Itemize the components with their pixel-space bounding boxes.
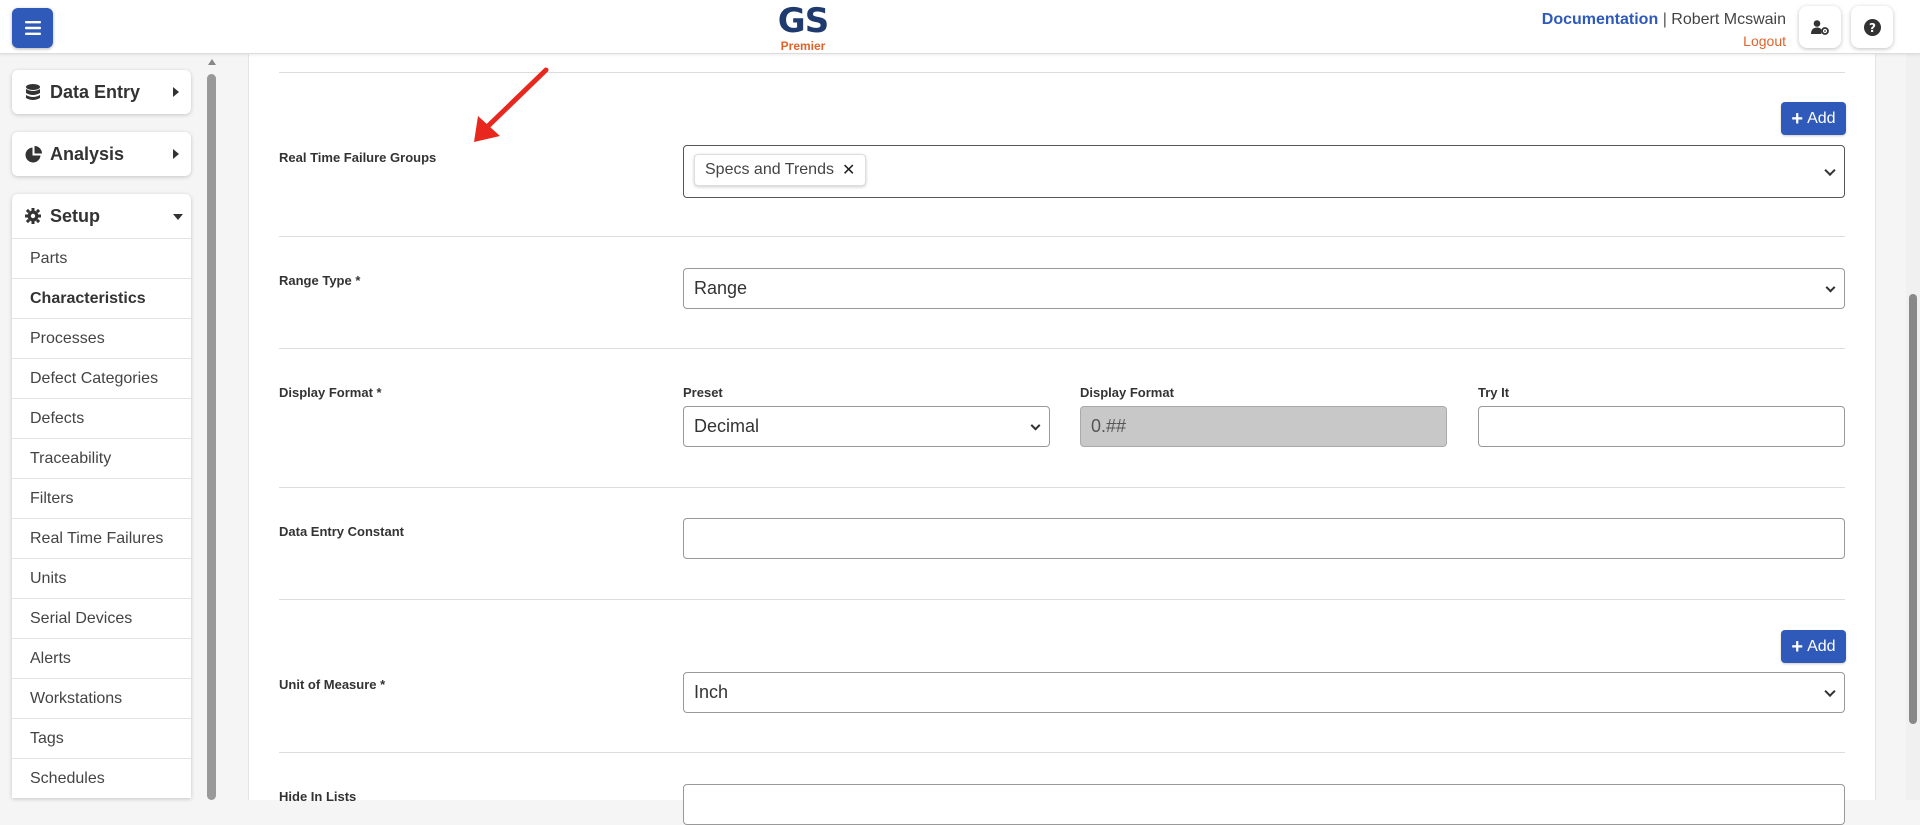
unit-of-measure-select[interactable]: Inch (683, 672, 1845, 713)
add-rtfg-label: Add (1807, 109, 1836, 127)
top-header: GS Premier Documentation | Robert Mcswai… (0, 0, 1920, 54)
header-separator: | (1662, 11, 1667, 28)
row-divider (279, 487, 1845, 488)
display-format-label: Display Format * (279, 385, 382, 400)
try-it-input[interactable] (1478, 406, 1845, 447)
setup-item-units[interactable]: Units (12, 558, 191, 598)
range-type-value: Range (694, 278, 748, 298)
unit-of-measure-value: Inch (694, 682, 729, 702)
data-entry-constant-input[interactable] (683, 518, 1845, 559)
row-divider (279, 599, 1845, 600)
row-divider (279, 752, 1845, 753)
hamburger-menu-button[interactable] (12, 8, 53, 48)
remove-tag-icon[interactable]: ✕ (842, 160, 855, 180)
setup-item-serial-devices[interactable]: Serial Devices (12, 598, 191, 638)
nav-setup: Setup Parts Characteristics Processes De… (12, 194, 191, 798)
chevron-down-icon (1824, 685, 1836, 697)
svg-text:?: ? (1869, 21, 1876, 35)
setup-item-characteristics[interactable]: Characteristics (12, 278, 191, 318)
caret-right-icon (173, 149, 179, 159)
help-button[interactable]: ? (1851, 6, 1893, 48)
setup-item-tags[interactable]: Tags (12, 718, 191, 758)
nav-setup-label: Setup (50, 205, 101, 226)
caret-down-icon (173, 214, 183, 220)
nav-analysis[interactable]: Analysis (12, 132, 191, 176)
range-type-select[interactable]: Range (683, 268, 1845, 309)
gear-icon (24, 207, 42, 225)
logo-text: GS (777, 1, 829, 41)
hide-in-lists-select[interactable] (683, 784, 1845, 825)
caret-right-icon (173, 87, 179, 97)
database-icon (24, 83, 42, 101)
nav-setup-header[interactable]: Setup (12, 194, 191, 238)
sidebar-scrollbar[interactable] (205, 54, 219, 800)
nav-data-entry[interactable]: Data Entry (12, 70, 191, 114)
preset-select[interactable]: Decimal (683, 406, 1050, 447)
setup-item-parts[interactable]: Parts (12, 238, 191, 278)
chevron-down-icon (1825, 282, 1836, 293)
selected-tag-label: Specs and Trends (705, 161, 834, 178)
setup-item-alerts[interactable]: Alerts (12, 638, 191, 678)
add-rtfg-button[interactable]: + Add (1781, 102, 1846, 135)
setup-item-defects[interactable]: Defects (12, 398, 191, 438)
rtfg-label: Real Time Failure Groups (279, 150, 437, 165)
plus-icon: + (1791, 635, 1804, 658)
logo-subtitle: Premier (780, 39, 826, 53)
user-area: Documentation | Robert Mcswain Logout (1542, 10, 1786, 51)
red-arrow-icon (474, 67, 549, 142)
plus-icon: + (1791, 107, 1804, 130)
preset-label: Preset (683, 385, 723, 400)
display-format-sublabel: Display Format (1080, 385, 1174, 400)
try-it-label: Try It (1478, 385, 1510, 400)
setup-item-filters[interactable]: Filters (12, 478, 191, 518)
display-format-value: 0.## (1091, 416, 1127, 436)
preset-value: Decimal (694, 416, 760, 436)
user-name: Robert Mcswain (1671, 11, 1786, 28)
add-unit-label: Add (1807, 637, 1836, 655)
display-format-input: 0.## (1080, 406, 1447, 447)
pie-chart-icon (24, 145, 42, 163)
data-entry-constant-label: Data Entry Constant (279, 524, 404, 539)
setup-item-schedules[interactable]: Schedules (12, 758, 191, 798)
chevron-down-icon (1030, 420, 1041, 431)
user-gear-icon (1811, 20, 1829, 35)
hamburger-icon (24, 21, 41, 35)
hide-in-lists-label: Hide In Lists (279, 789, 357, 804)
rtfg-multiselect[interactable]: Specs and Trends ✕ (683, 145, 1845, 198)
setup-item-traceability[interactable]: Traceability (12, 438, 191, 478)
setup-item-workstations[interactable]: Workstations (12, 678, 191, 718)
logout-link[interactable]: Logout (1542, 31, 1786, 51)
range-type-label: Range Type * (279, 273, 361, 288)
question-circle-icon: ? (1863, 18, 1881, 36)
setup-item-real-time-failures[interactable]: Real Time Failures (12, 518, 191, 558)
setup-item-defect-categories[interactable]: Defect Categories (12, 358, 191, 398)
documentation-link[interactable]: Documentation (1542, 11, 1658, 28)
row-divider (279, 348, 1845, 349)
page-scrollbar[interactable] (1906, 54, 1920, 800)
sidebar: Data Entry Analysis Setup Parts Characte… (0, 54, 205, 800)
user-settings-button[interactable] (1799, 6, 1841, 48)
add-unit-button[interactable]: + Add (1781, 630, 1846, 663)
scroll-up-arrow-icon[interactable] (208, 59, 216, 65)
chevron-down-icon (1824, 164, 1836, 176)
sidebar-scroll-thumb[interactable] (207, 74, 216, 800)
page-scroll-thumb[interactable] (1909, 294, 1917, 724)
main-form-panel: + Add Real Time Failure Groups Specs and… (248, 54, 1876, 825)
nav-data-entry-label: Data Entry (50, 81, 141, 102)
nav-analysis-label: Analysis (50, 143, 125, 164)
unit-of-measure-label: Unit of Measure * (279, 677, 386, 692)
selected-tag: Specs and Trends ✕ (694, 154, 867, 186)
setup-item-processes[interactable]: Processes (12, 318, 191, 358)
row-divider (279, 236, 1845, 237)
app-logo[interactable]: GS Premier (775, 2, 831, 52)
